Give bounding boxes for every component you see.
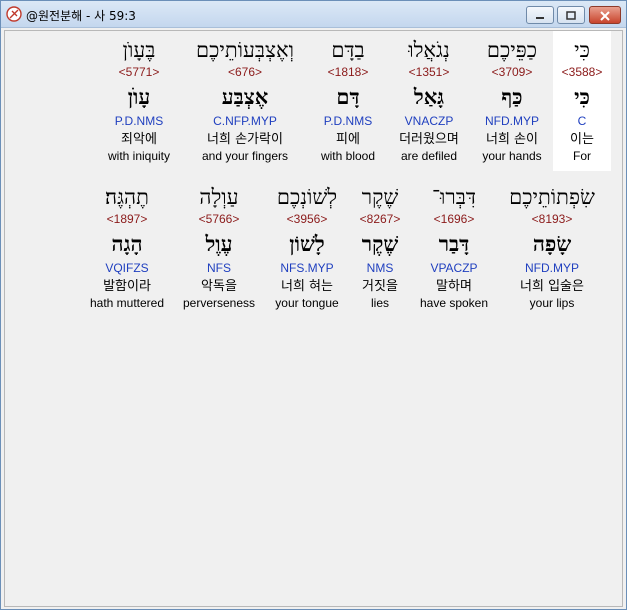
close-icon bbox=[600, 6, 610, 25]
minimize-icon bbox=[535, 6, 545, 25]
word-block[interactable]: בֶּעָוֺן <5771> עָוֺן P.D.NMS 죄악에 with i… bbox=[99, 31, 179, 171]
hebrew-word: תֶהְגֶּה׃ bbox=[105, 185, 149, 209]
hebrew-word: שִׂפְתוֹתֵיכֶם bbox=[509, 185, 595, 209]
korean-gloss: 죄악에 bbox=[121, 132, 157, 147]
english-gloss: with blood bbox=[320, 149, 376, 163]
hebrew-word: עַוְלָה bbox=[199, 185, 239, 209]
hebrew-word: דִּבְּרוּ־ bbox=[432, 185, 476, 209]
korean-gloss: 너희 손가락이 bbox=[207, 132, 283, 147]
hebrew-lemma: לָשׁוֹן bbox=[289, 231, 325, 256]
word-block[interactable]: וְאֶצְבְּעוֹתֵיכֶם <676> אֶצְבַּע C.NFP.… bbox=[183, 31, 307, 171]
english-gloss: lies bbox=[370, 296, 389, 310]
strong-number[interactable]: <5766> bbox=[199, 212, 240, 227]
strong-number[interactable]: <1351> bbox=[409, 65, 450, 80]
english-gloss: and your fingers bbox=[201, 149, 289, 163]
korean-gloss: 악독을 bbox=[201, 279, 237, 294]
strong-number[interactable]: <1897> bbox=[107, 212, 148, 227]
word-block[interactable]: עַוְלָה <5766> עֶוֶל NFS 악독을 perversenes… bbox=[177, 178, 261, 318]
hebrew-lemma: דָּבַר bbox=[438, 231, 470, 256]
word-block[interactable]: כִּי <3588> כִּי C 이는 For bbox=[553, 31, 611, 171]
strong-number[interactable]: <1696> bbox=[434, 212, 475, 227]
korean-gloss: 거짓을 bbox=[362, 279, 398, 294]
strong-number[interactable]: <8193> bbox=[532, 212, 573, 227]
english-gloss: with iniquity bbox=[107, 149, 171, 163]
hebrew-lemma: שֶׁקֶר bbox=[361, 231, 399, 256]
hebrew-lemma: כִּי bbox=[574, 84, 590, 109]
morph-code: VNACZP bbox=[404, 114, 454, 128]
morph-code: NFD.MYP bbox=[485, 114, 539, 128]
morph-code: NFD.MYP bbox=[525, 261, 579, 275]
hebrew-word: נְגֹאֲלוּ bbox=[408, 38, 450, 62]
english-gloss: your tongue bbox=[275, 296, 339, 310]
morph-code: NMS bbox=[366, 261, 394, 275]
morph-code: P.D.NMS bbox=[323, 114, 373, 128]
english-gloss: perverseness bbox=[182, 296, 256, 310]
english-gloss: For bbox=[573, 149, 591, 163]
korean-gloss: 피에 bbox=[336, 132, 360, 147]
verse-row-2: שִׂפְתוֹתֵיכֶם <8193> שָׂפָה NFD.MYP 너희 … bbox=[5, 178, 624, 318]
strong-number[interactable]: <3709> bbox=[492, 65, 533, 80]
hebrew-lemma: עֶוֶל bbox=[205, 231, 233, 256]
english-gloss: are defiled bbox=[400, 149, 458, 163]
maximize-icon bbox=[566, 6, 576, 25]
strong-number[interactable]: <8267> bbox=[360, 212, 401, 227]
hebrew-lemma: שָׂפָה bbox=[532, 231, 572, 256]
morph-code: C.NFP.MYP bbox=[213, 114, 277, 128]
hebrew-word: לְשׁוֹנְכֶם bbox=[276, 185, 338, 209]
strong-number[interactable]: <676> bbox=[228, 65, 262, 80]
hebrew-lemma: גָּאַל bbox=[413, 84, 445, 109]
korean-gloss: 이는 bbox=[570, 132, 594, 147]
hebrew-lemma: הָגָה bbox=[111, 231, 143, 256]
korean-gloss: 말하며 bbox=[436, 279, 472, 294]
morph-code: NFS.MYP bbox=[280, 261, 334, 275]
word-block[interactable]: שִׂפְתוֹתֵיכֶם <8193> שָׂפָה NFD.MYP 너희 … bbox=[499, 178, 605, 318]
maximize-button[interactable] bbox=[557, 6, 585, 24]
strong-number[interactable]: <3588> bbox=[562, 65, 603, 80]
hebrew-lemma: אֶצְבַּע bbox=[221, 84, 269, 109]
hebrew-word: וְאֶצְבְּעוֹתֵיכֶם bbox=[195, 38, 295, 62]
english-gloss: hath muttered bbox=[89, 296, 165, 310]
english-gloss: your lips bbox=[529, 296, 575, 310]
strong-number[interactable]: <5771> bbox=[119, 65, 160, 80]
word-block[interactable]: שֶׁקֶר <8267> שֶׁקֶר NMS 거짓을 lies bbox=[353, 178, 407, 318]
korean-gloss: 너희 입술은 bbox=[520, 279, 584, 294]
hebrew-word: כִּי bbox=[574, 38, 590, 62]
interlinear-panel: כִּי <3588> כִּי C 이는 For כַפֵּיכֶם <370… bbox=[4, 30, 623, 607]
morph-code: VQIFZS bbox=[105, 261, 149, 275]
strong-number[interactable]: <1818> bbox=[328, 65, 369, 80]
korean-gloss: 너희 손이 bbox=[486, 132, 538, 147]
verse-row-1: כִּי <3588> כִּי C 이는 For כַפֵּיכֶם <370… bbox=[5, 31, 624, 171]
english-gloss: your hands bbox=[482, 149, 542, 163]
hebrew-lemma: כַּף bbox=[501, 84, 523, 109]
korean-gloss: 더러웠으며 bbox=[399, 132, 459, 147]
morph-code: NFS bbox=[207, 261, 231, 275]
word-block[interactable]: כַפֵּיכֶם <3709> כַּף NFD.MYP 너희 손이 your… bbox=[475, 31, 549, 171]
hebrew-lemma: עָוֺן bbox=[127, 84, 151, 109]
english-gloss: have spoken bbox=[419, 296, 489, 310]
morph-code: VPACZP bbox=[430, 261, 478, 275]
hebrew-lemma: דָּם bbox=[336, 84, 360, 109]
title-bar[interactable]: @원전분해 - 사 59:3 bbox=[1, 1, 626, 28]
hebrew-word: כַפֵּיכֶם bbox=[486, 38, 538, 62]
morph-code: C bbox=[577, 114, 587, 128]
korean-gloss: 너희 혀는 bbox=[281, 279, 333, 294]
word-block[interactable]: דִּבְּרוּ־ <1696> דָּבַר VPACZP 말하며 have… bbox=[413, 178, 495, 318]
word-block[interactable]: תֶהְגֶּה׃ <1897> הָגָה VQIFZS 발함이라 hath … bbox=[83, 178, 171, 318]
word-block[interactable]: בַדָּם <1818> דָּם P.D.NMS 피에 with blood bbox=[313, 31, 383, 171]
minimize-button[interactable] bbox=[526, 6, 554, 24]
strong-number[interactable]: <3956> bbox=[287, 212, 328, 227]
app-icon bbox=[6, 6, 22, 22]
korean-gloss: 발함이라 bbox=[103, 279, 151, 294]
close-button[interactable] bbox=[589, 6, 621, 24]
hebrew-word: שֶׁקֶר bbox=[361, 185, 399, 209]
word-block[interactable]: נְגֹאֲלוּ <1351> גָּאַל VNACZP 더러웠으며 are… bbox=[389, 31, 469, 171]
hebrew-word: בֶּעָוֺן bbox=[122, 38, 156, 62]
morph-code: P.D.NMS bbox=[114, 114, 164, 128]
window-title: @원전분해 - 사 59:3 bbox=[26, 9, 136, 23]
hebrew-word: בַדָּם bbox=[331, 38, 365, 62]
word-block[interactable]: לְשׁוֹנְכֶם <3956> לָשׁוֹן NFS.MYP 너희 혀는… bbox=[267, 178, 347, 318]
app-window: @원전분해 - 사 59:3 כִּי <3588> כִּי C 이는 For… bbox=[0, 0, 627, 610]
